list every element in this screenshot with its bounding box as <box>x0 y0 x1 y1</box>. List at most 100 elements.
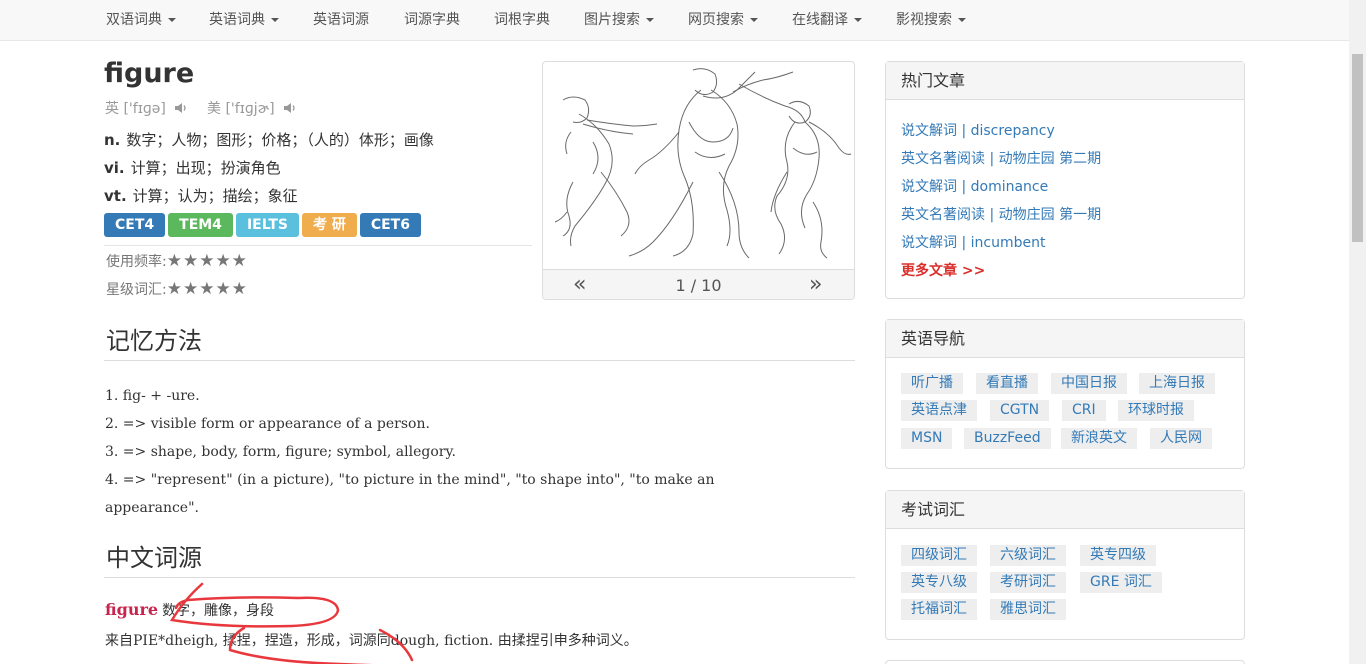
level-rating: 星级词汇:★★★★★ <box>106 279 248 299</box>
article-link[interactable]: 英文名著阅读 | 动物庄园 第二期 <box>901 148 1101 168</box>
nav-tag[interactable]: 中国日报 <box>1051 373 1127 394</box>
image-carousel: « 1 / 10 » <box>542 61 855 300</box>
definition-list: n. 数字；人物；图形；价格；（人的）体形；画像 vi. 计算；出现；扮演角色 vt… <box>104 128 434 212</box>
carousel-next-button[interactable]: » <box>809 272 822 297</box>
exam-tag[interactable]: 英专四级 <box>1080 545 1156 566</box>
nav-tag[interactable]: 听广播 <box>901 373 963 394</box>
article-link[interactable]: 说文解词 | dominance <box>901 176 1048 196</box>
divider <box>104 245 532 246</box>
hot-articles-title: 热门文章 <box>886 62 1244 100</box>
nav-tag[interactable]: 英语点津 <box>901 400 977 421</box>
nav-label: 英语词源 <box>313 12 369 28</box>
memory-line: 3. => shape, body, form, figure; symbol,… <box>105 444 456 460</box>
nav-tag[interactable]: 看直播 <box>976 373 1038 394</box>
pronunciation-us: 美 ['fɪɡjɚ] <box>207 98 297 118</box>
english-nav-title: 英语导航 <box>886 320 1244 358</box>
speaker-icon[interactable] <box>174 102 188 114</box>
exam-tag[interactable]: GRE 词汇 <box>1080 572 1162 593</box>
top-navbar: 双语词典 英语词典 英语词源 词源字典 词根字典 图片搜索 网页搜索 在线翻译 … <box>0 0 1349 41</box>
speaker-icon[interactable] <box>283 102 297 114</box>
page-scrollbar[interactable] <box>1349 0 1366 664</box>
pronunciation-uk-text: 英 ['fɪɡə] <box>105 101 166 117</box>
nav-tag[interactable]: MSN <box>901 428 953 449</box>
scrollbar-thumb[interactable] <box>1352 54 1363 242</box>
frequency-stars: ★★★★★ <box>166 251 248 271</box>
nav-tag[interactable]: CGTN <box>990 400 1050 421</box>
carousel-pager: « 1 / 10 » <box>543 269 854 299</box>
nav-label: 词根字典 <box>494 12 550 28</box>
memory-heading: 记忆方法 <box>106 327 202 355</box>
nav-tag[interactable]: 新浪英文 <box>1061 428 1137 449</box>
exam-vocab-title: 考试词汇 <box>886 491 1244 529</box>
nav-label: 网页搜索 <box>688 12 744 28</box>
nav-label: 词源字典 <box>404 12 460 28</box>
nav-tag[interactable]: 上海日报 <box>1139 373 1215 394</box>
exam-tag[interactable]: 六级词汇 <box>990 545 1066 566</box>
exam-badges: CET4 TEM4 IELTS 考 研 CET6 <box>104 213 424 237</box>
nav-tag[interactable]: CRI <box>1062 400 1106 421</box>
nav-label: 在线翻译 <box>792 12 848 28</box>
exam-vocab-panel: 考试词汇 四级词汇 六级词汇 英专四级 英专八级 考研词汇 GRE 词汇 托福词… <box>885 490 1245 640</box>
chevron-down-icon <box>646 18 654 22</box>
definition-text: 计算；认为；描绘；象征 <box>132 187 298 205</box>
part-of-speech: vi. <box>104 159 125 177</box>
memory-content: 1. fig- + -ure. 2. => visible form or ap… <box>105 382 825 522</box>
memory-line: 1. fig- + -ure. <box>105 388 200 404</box>
divider <box>104 360 855 361</box>
definition-item: n. 数字；人物；图形；价格；（人的）体形；画像 <box>104 128 434 156</box>
chevron-down-icon <box>271 18 279 22</box>
exam-tag[interactable]: 考研词汇 <box>990 572 1066 593</box>
chevron-down-icon <box>168 18 176 22</box>
badge-cet4: CET4 <box>104 213 166 237</box>
nav-label: 影视搜索 <box>896 12 952 28</box>
nav-video-search[interactable]: 影视搜索 <box>896 0 966 40</box>
badge-ielts: IELTS <box>235 213 299 237</box>
hot-articles-panel: 热门文章 说文解词 | discrepancy 英文名著阅读 | 动物庄园 第二… <box>885 61 1245 299</box>
exam-tag[interactable]: 英专八级 <box>901 572 977 593</box>
badge-cet6: CET6 <box>359 213 421 237</box>
exam-tag[interactable]: 四级词汇 <box>901 545 977 566</box>
article-link[interactable]: 说文解词 | incumbent <box>901 232 1045 252</box>
badge-tem4: TEM4 <box>168 213 233 237</box>
next-panel-edge <box>885 660 1245 664</box>
nav-english-etymology[interactable]: 英语词源 <box>313 0 369 40</box>
carousel-counter: 1 / 10 <box>675 276 722 295</box>
etymology-keyword: figure <box>105 600 159 619</box>
level-label: 星级词汇: <box>106 282 167 298</box>
etymology-heading: 中文词源 <box>106 544 202 572</box>
nav-label: 英语词典 <box>209 12 265 28</box>
nav-web-search[interactable]: 网页搜索 <box>688 0 758 40</box>
etymology-keyword-meaning: 数字，雕像，身段 <box>162 603 275 619</box>
part-of-speech: n. <box>104 131 121 149</box>
nav-tag[interactable]: 环球时报 <box>1118 400 1194 421</box>
nav-bilingual-dictionary[interactable]: 双语词典 <box>106 0 176 40</box>
etymology-keyword-line: figure 数字，雕像，身段 <box>105 600 274 620</box>
badge-kaoyan: 考 研 <box>301 213 357 237</box>
definition-text: 数字；人物；图形；价格；（人的）体形；画像 <box>126 131 434 149</box>
memory-line: 2. => visible form or appearance of a pe… <box>105 416 430 432</box>
nav-tag[interactable]: 人民网 <box>1150 428 1212 449</box>
nav-image-search[interactable]: 图片搜索 <box>584 0 654 40</box>
article-link[interactable]: 说文解词 | discrepancy <box>901 120 1055 140</box>
nav-online-translate[interactable]: 在线翻译 <box>792 0 862 40</box>
chevron-down-icon <box>854 18 862 22</box>
definition-item: vi. 计算；出现；扮演角色 <box>104 156 434 184</box>
figure-sketch-image[interactable] <box>543 62 854 269</box>
nav-tag[interactable]: BuzzFeed <box>964 428 1051 449</box>
pronunciation-us-text: 美 ['fɪɡjɚ] <box>207 101 275 117</box>
english-nav-panel: 英语导航 听广播 看直播 中国日报 上海日报 英语点津 CGTN CRI 环球时… <box>885 319 1245 469</box>
frequency-rating: 使用频率:★★★★★ <box>106 251 248 271</box>
article-link[interactable]: 英文名著阅读 | 动物庄园 第一期 <box>901 204 1101 224</box>
headword: figure <box>104 58 195 89</box>
nav-english-dictionary[interactable]: 英语词典 <box>209 0 279 40</box>
exam-tag[interactable]: 雅思词汇 <box>990 599 1066 620</box>
nav-etymology-dictionary[interactable]: 词源字典 <box>404 0 460 40</box>
exam-tag[interactable]: 托福词汇 <box>901 599 977 620</box>
nav-root-dictionary[interactable]: 词根字典 <box>494 0 550 40</box>
more-articles-link[interactable]: 更多文章 >> <box>901 260 985 280</box>
divider <box>104 577 855 578</box>
pronunciation-uk: 英 ['fɪɡə] <box>105 98 188 118</box>
definition-text: 计算；出现；扮演角色 <box>130 159 281 177</box>
level-stars: ★★★★★ <box>166 279 248 299</box>
definition-item: vt. 计算；认为；描绘；象征 <box>104 184 434 212</box>
